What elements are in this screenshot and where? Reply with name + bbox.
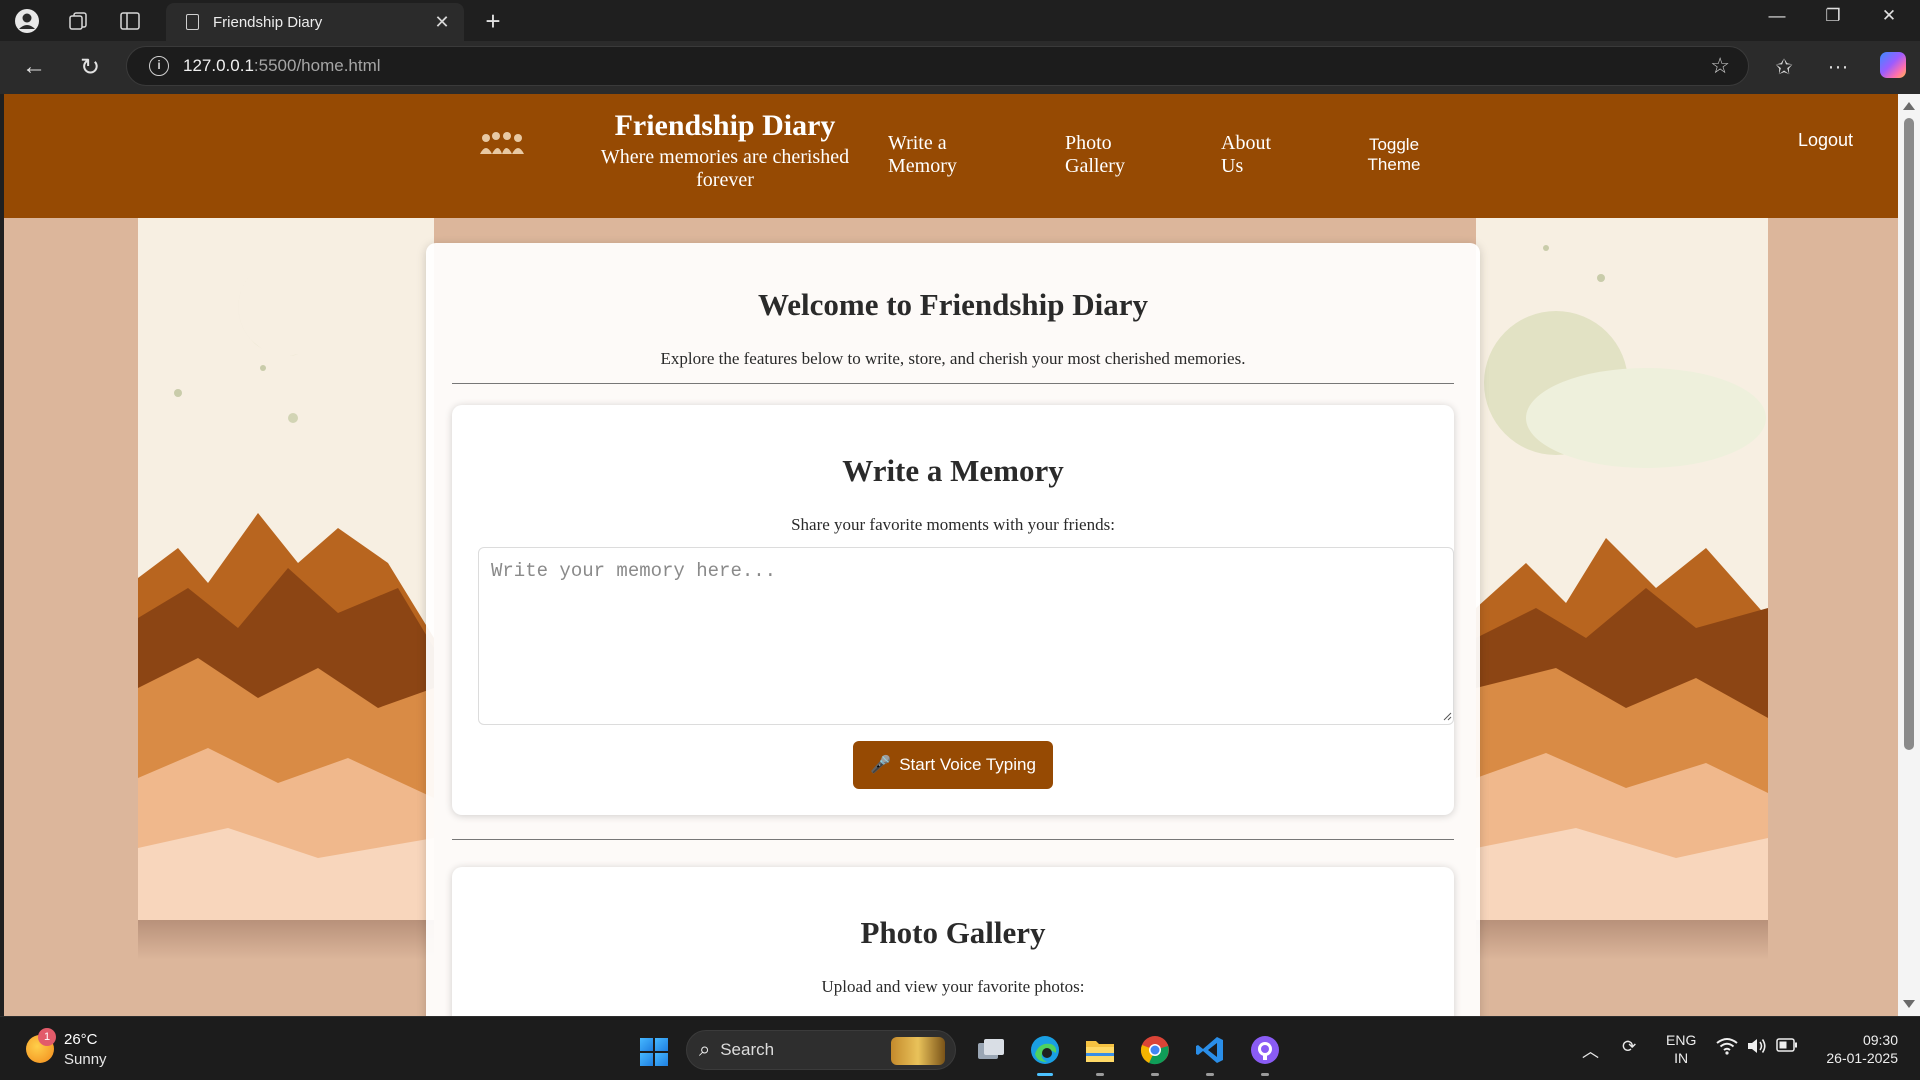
search-label: Search — [720, 1040, 775, 1059]
photo-gallery-description: Upload and view your favorite photos: — [821, 977, 1085, 996]
language-indicator[interactable]: ENG IN — [1666, 1031, 1696, 1067]
photo-gallery-section: Photo Gallery Upload and view your favor… — [452, 867, 1454, 1016]
divider — [452, 383, 1454, 384]
site-header: Friendship Diary Where memories are cher… — [4, 94, 1898, 218]
chrome-icon[interactable] — [1138, 1033, 1172, 1076]
scroll-down-icon[interactable] — [1903, 1000, 1915, 1008]
toggle-theme-button[interactable]: Toggle Theme — [1354, 135, 1434, 175]
tab-title: Friendship Diary — [213, 13, 323, 31]
write-memory-description: Share your favorite moments with your fr… — [791, 515, 1115, 534]
close-window-icon[interactable]: ✕ — [1861, 6, 1917, 26]
voice-button-label: Start Voice Typing — [899, 755, 1036, 774]
url-field[interactable]: i 127.0.0.1 :5500/home.html ☆ — [126, 46, 1749, 86]
windows-taskbar: 1 26°C Sunny ⌕ Search ︿ ⟳ ENG IN 09:30 2… — [0, 1016, 1920, 1080]
clock-time: 09:30 — [1862, 1032, 1898, 1048]
weather-badge: 1 — [38, 1028, 56, 1046]
logout-button[interactable]: Logout — [1798, 130, 1853, 151]
site-info-icon[interactable]: i — [149, 56, 169, 76]
taskbar-search[interactable]: ⌕ Search — [686, 1030, 956, 1070]
site-title: Friendship Diary — [614, 109, 836, 142]
welcome-subtitle: Explore the features below to write, sto… — [660, 349, 1246, 368]
url-path: :5500/home.html — [253, 56, 381, 75]
clock-date: 26-01-2025 — [1826, 1050, 1898, 1066]
sync-icon[interactable]: ⟳ — [1622, 1037, 1636, 1057]
welcome-title: Welcome to Friendship Diary — [757, 287, 1149, 322]
microphone-icon: 🎤 — [870, 755, 892, 774]
favorite-star-icon[interactable]: ☆ — [1710, 53, 1730, 79]
scroll-up-icon[interactable] — [1903, 102, 1915, 110]
background-art-right — [1476, 218, 1768, 920]
weather-temperature[interactable]: 26°C — [64, 1031, 98, 1048]
nav-about-us[interactable]: About Us — [1221, 132, 1281, 178]
back-icon[interactable]: ← — [16, 51, 52, 83]
page-viewport: Friendship Diary Where memories are cher… — [4, 94, 1898, 1016]
wifi-icon[interactable] — [1716, 1037, 1738, 1060]
show-hidden-icons-icon[interactable]: ︿ — [1582, 1037, 1599, 1062]
art-shadow-right — [1476, 920, 1768, 960]
divider — [452, 839, 1454, 840]
file-explorer-icon[interactable] — [1083, 1033, 1117, 1076]
resize-grip-icon[interactable] — [1442, 711, 1452, 721]
site-tagline: Where memories are cherished forever — [600, 146, 850, 191]
memory-textarea[interactable] — [478, 547, 1454, 725]
refresh-icon[interactable]: ↻ — [72, 51, 108, 83]
friendship-logo[interactable] — [476, 128, 528, 158]
address-bar: ← ↻ i 127.0.0.1 :5500/home.html ☆ ✩ ··· — [0, 41, 1920, 94]
favorites-icon[interactable]: ✩ — [1766, 51, 1802, 83]
weather-condition[interactable]: Sunny — [64, 1051, 107, 1068]
site-brand: Friendship Diary Where memories are cher… — [584, 108, 866, 192]
search-highlight-image — [891, 1037, 945, 1065]
copilot-icon[interactable] — [1880, 52, 1906, 78]
start-button[interactable] — [640, 1038, 668, 1066]
github-desktop-icon[interactable] — [1248, 1033, 1282, 1076]
profile-icon[interactable] — [9, 8, 45, 34]
browser-titlebar: Friendship Diary ✕ + — ❐ ✕ — [0, 0, 1920, 41]
art-shadow-left — [138, 920, 434, 960]
nav-photo-gallery[interactable]: Photo Gallery — [1065, 132, 1145, 178]
restore-icon[interactable]: ❐ — [1805, 6, 1861, 26]
volume-icon[interactable] — [1746, 1037, 1768, 1060]
background-art-left — [138, 218, 434, 920]
write-memory-section: Write a Memory Share your favorite momen… — [452, 405, 1454, 815]
workspaces-icon[interactable] — [60, 8, 96, 34]
tab-actions-icon[interactable] — [112, 8, 148, 34]
edge-browser-icon[interactable] — [1028, 1033, 1062, 1076]
tab-friendship-diary[interactable]: Friendship Diary ✕ — [166, 3, 464, 41]
photo-gallery-title: Photo Gallery — [860, 915, 1046, 950]
taskbar-clock[interactable]: 09:30 26-01-2025 — [1818, 1031, 1898, 1067]
nav-write-memory[interactable]: Write a Memory — [888, 132, 978, 178]
battery-icon[interactable] — [1776, 1037, 1798, 1057]
task-view-icon[interactable] — [974, 1033, 1008, 1067]
write-memory-title: Write a Memory — [842, 453, 1064, 488]
more-options-icon[interactable]: ··· — [1820, 51, 1856, 83]
language-region: IN — [1674, 1050, 1689, 1066]
new-tab-icon[interactable]: + — [478, 6, 508, 37]
main-content-card: Welcome to Friendship Diary Explore the … — [426, 243, 1480, 1016]
minimize-icon[interactable]: — — [1749, 6, 1805, 26]
url-host: 127.0.0.1 — [183, 56, 254, 75]
language-code: ENG — [1666, 1032, 1697, 1048]
scrollbar-thumb[interactable] — [1904, 118, 1914, 750]
close-tab-icon[interactable]: ✕ — [430, 12, 454, 33]
search-icon: ⌕ — [699, 1038, 711, 1061]
vscode-icon[interactable] — [1193, 1033, 1227, 1076]
page-scrollbar[interactable] — [1898, 94, 1920, 1016]
document-icon — [186, 14, 199, 30]
start-voice-typing-button[interactable]: 🎤 Start Voice Typing — [853, 741, 1053, 789]
